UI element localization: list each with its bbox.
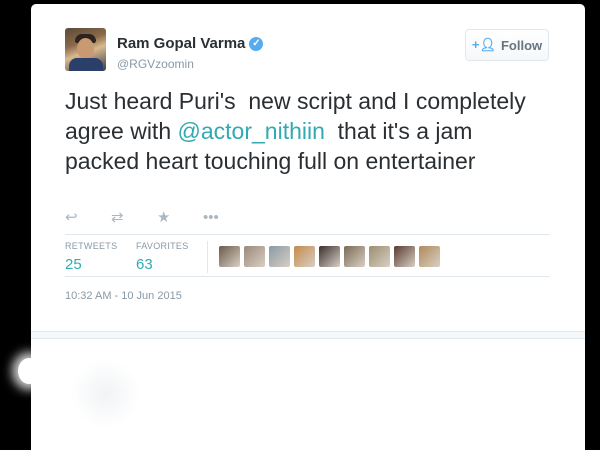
mention-link[interactable]: @actor_nithiin bbox=[178, 118, 325, 144]
faded-avatar-placeholder bbox=[71, 359, 141, 429]
section-divider bbox=[31, 331, 585, 339]
stats-separator bbox=[207, 241, 208, 273]
author-name[interactable]: Ram Gopal Varma bbox=[117, 35, 245, 52]
stats-bottom-divider bbox=[65, 276, 550, 277]
retweets-count: 25 bbox=[65, 256, 82, 273]
retweets-label: RETWEETS bbox=[65, 241, 118, 251]
favoriters-avatars bbox=[219, 246, 440, 267]
reply-icon[interactable]: ↩ bbox=[65, 208, 111, 226]
tweet-timestamp[interactable]: 10:32 AM - 10 Jun 2015 bbox=[65, 290, 182, 302]
favorites-label: FAVORITES bbox=[136, 241, 189, 251]
faded-overlay bbox=[18, 358, 40, 384]
tweet-text: Just heard Puri's new script and I compl… bbox=[65, 86, 535, 176]
add-user-icon: +👤︎ bbox=[471, 37, 496, 52]
favorites-stat[interactable]: FAVORITES 63 bbox=[136, 241, 189, 273]
stats-top-divider bbox=[65, 234, 550, 235]
favoriter-avatar[interactable] bbox=[294, 246, 315, 267]
avatar-shirt bbox=[69, 58, 103, 71]
avatar-face bbox=[77, 38, 94, 59]
favoriter-avatar[interactable] bbox=[344, 246, 365, 267]
favoriter-avatar[interactable] bbox=[394, 246, 415, 267]
more-icon[interactable]: ••• bbox=[203, 209, 249, 226]
favorite-star-icon[interactable]: ★ bbox=[157, 208, 203, 226]
tweet-card: Ram Gopal Varma ✓ @RGVzoomin +👤︎ Follow … bbox=[31, 4, 585, 450]
author-handle[interactable]: @RGVzoomin bbox=[117, 57, 194, 71]
favoriter-avatar[interactable] bbox=[219, 246, 240, 267]
favoriter-avatar[interactable] bbox=[319, 246, 340, 267]
favoriter-avatar[interactable] bbox=[244, 246, 265, 267]
tweet-actions: ↩ ⇄ ★ ••• bbox=[65, 208, 249, 227]
retweet-icon[interactable]: ⇄ bbox=[111, 208, 157, 226]
follow-label: Follow bbox=[500, 37, 543, 53]
follow-button[interactable]: +👤︎ Follow bbox=[465, 29, 549, 61]
favoriter-avatar[interactable] bbox=[419, 246, 440, 267]
author-avatar[interactable] bbox=[65, 28, 106, 71]
verified-badge-icon: ✓ bbox=[249, 36, 264, 51]
favoriter-avatar[interactable] bbox=[269, 246, 290, 267]
favorites-count: 63 bbox=[136, 256, 153, 273]
retweets-stat[interactable]: RETWEETS 25 bbox=[65, 241, 117, 273]
favoriter-avatar[interactable] bbox=[369, 246, 390, 267]
author-name-row[interactable]: Ram Gopal Varma ✓ bbox=[117, 35, 264, 52]
